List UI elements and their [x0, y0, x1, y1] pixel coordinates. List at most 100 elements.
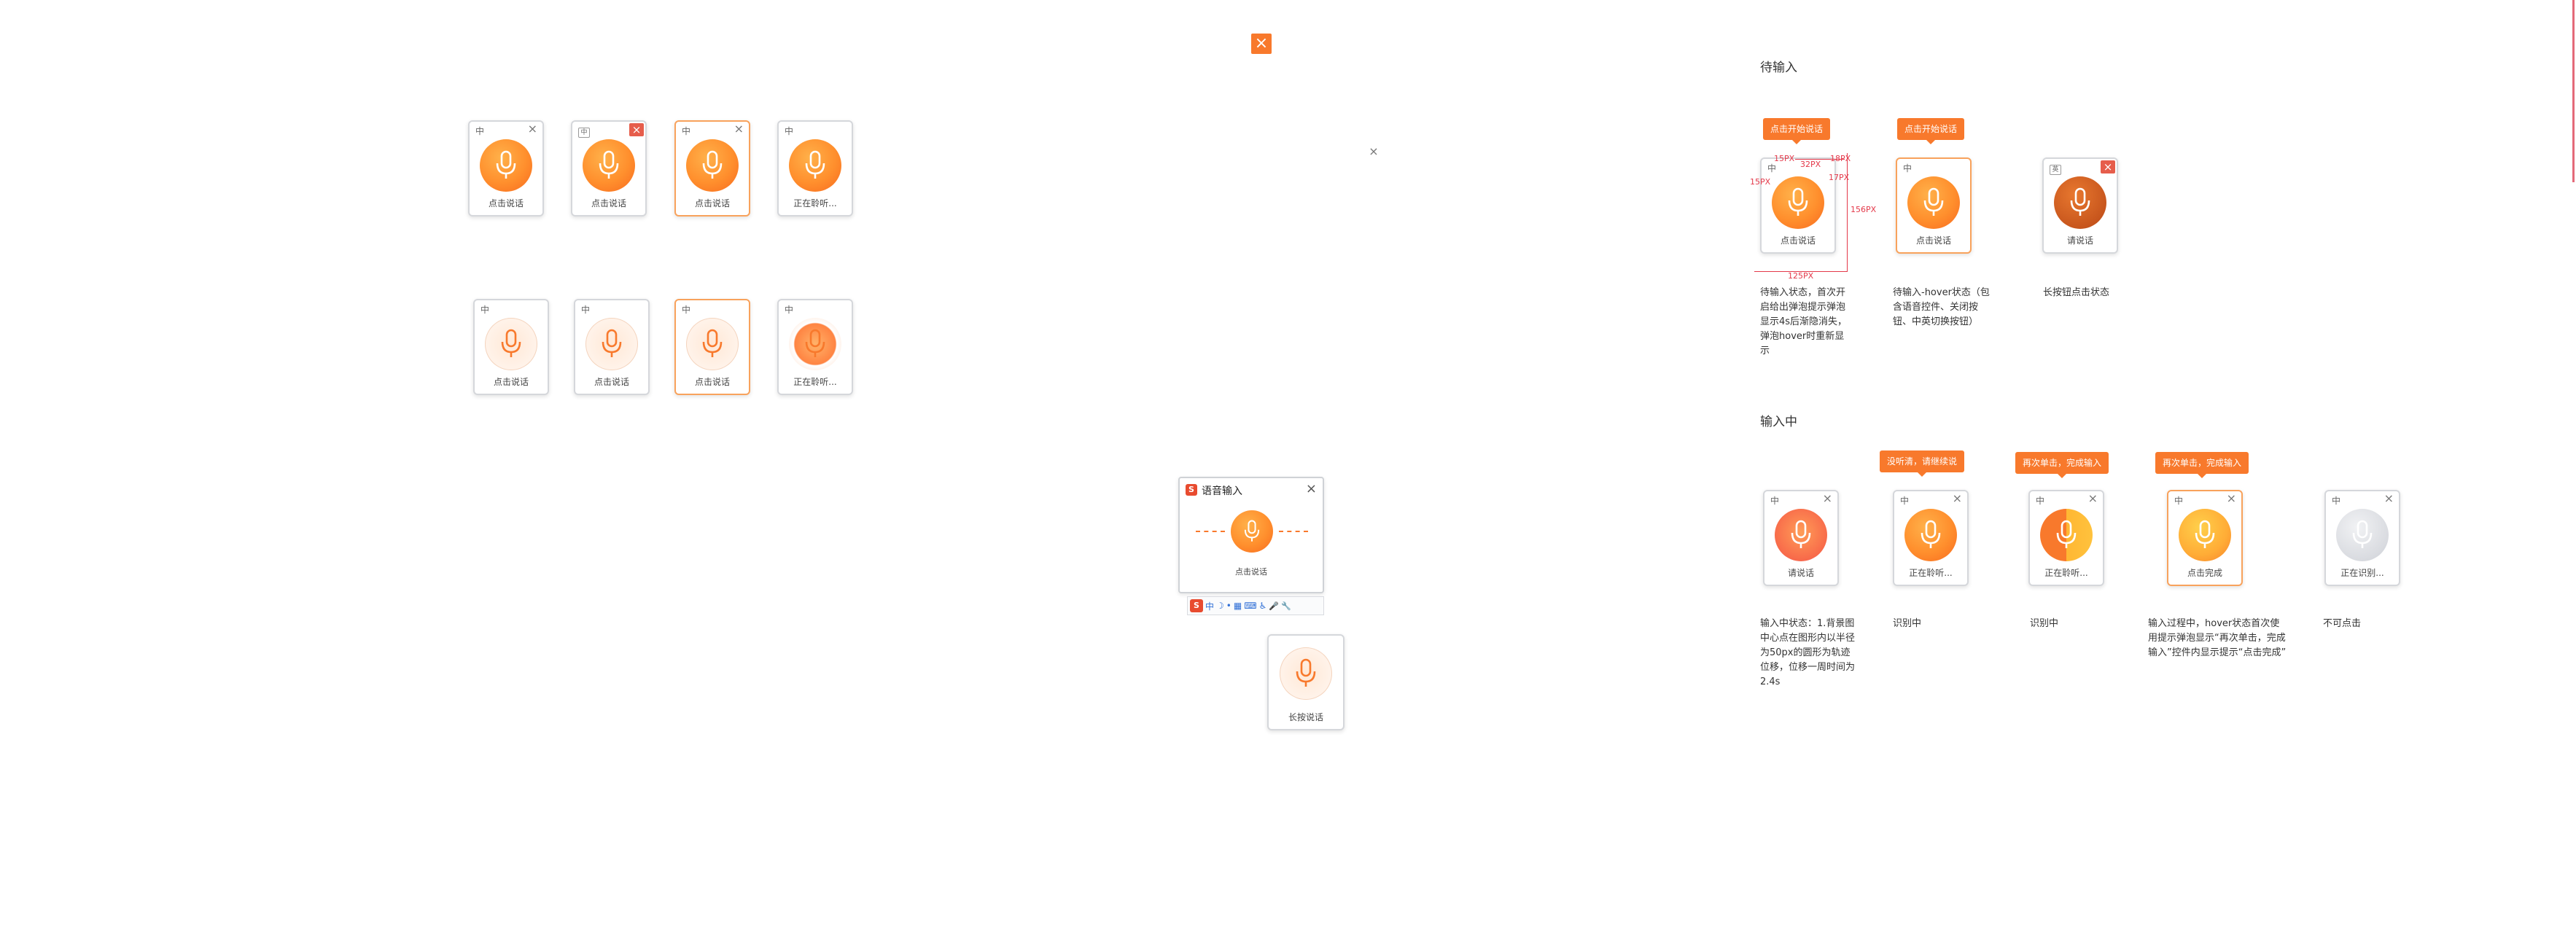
close-button[interactable]: ×	[2101, 160, 2115, 173]
left-card-row1-3[interactable]: 中 × 点击说话	[674, 120, 750, 217]
language-toggle-button[interactable]: 中	[785, 303, 793, 316]
left-card-row2-3[interactable]: 中点击说话	[674, 299, 750, 395]
sogou-icon[interactable]: S	[1190, 599, 1203, 612]
card-label: 点击说话	[591, 198, 626, 208]
left-card-row1-2[interactable]: 中 × 点击说话	[571, 120, 647, 217]
inputting-card-4[interactable]: 中 × 点击完成	[2167, 490, 2243, 586]
waiting-card-1[interactable]: 中点击说话	[1760, 157, 1836, 254]
voice-window-close-button[interactable]: ×	[1306, 481, 1317, 496]
microphone-icon	[2195, 520, 2215, 550]
language-toggle-button[interactable]: 中	[2036, 494, 2044, 507]
card-label: 正在聆听...	[1909, 568, 1953, 578]
card-label: 点击说话	[694, 377, 730, 387]
left-card-row2-1[interactable]: 中点击说话	[473, 299, 549, 395]
mic-button[interactable]	[686, 139, 739, 192]
accessibility-icon[interactable]: ♿	[1259, 601, 1267, 611]
microphone-icon	[1921, 520, 1941, 550]
card-label: 点击说话	[1780, 235, 1816, 246]
waiting-card-3[interactable]: 英 × 请说话	[2042, 157, 2118, 254]
softkeyboard-icon[interactable]: ⌨	[1244, 601, 1256, 611]
mic-button[interactable]	[585, 318, 638, 370]
mic-button[interactable]	[1775, 509, 1827, 561]
waiting-card-2[interactable]: 中点击说话	[1896, 157, 1972, 254]
language-toggle-button[interactable]: 中	[475, 125, 484, 137]
section-title-inputting: 输入中	[1760, 415, 1797, 429]
tooltip-start-speaking: 点击开始说话	[1763, 118, 1831, 144]
close-button[interactable]: ×	[1823, 493, 1832, 504]
language-toggle-button[interactable]: 中	[480, 303, 489, 316]
card-label: 点击说话	[694, 198, 730, 208]
left-card-row1-1[interactable]: 中 × 点击说话	[468, 120, 544, 217]
inputting-desc-1: 输入中状态：1.背景图中心点在图形内以半径为50px的圆形为轨迹位移，位移一周时…	[1760, 618, 1856, 687]
left-card-row2-4[interactable]: 中正在聆听...	[777, 299, 853, 395]
microphone-icon	[1923, 187, 1944, 217]
language-toggle-button[interactable]: 中	[682, 125, 690, 137]
language-toggle-button[interactable]: 中	[2174, 494, 2183, 507]
language-toggle-button[interactable]: 中	[1900, 494, 1909, 507]
mic-button[interactable]	[1907, 176, 1960, 229]
mic-button[interactable]	[2179, 509, 2231, 561]
voice-input-window: S 语音输入 × 点击说话	[1178, 477, 1324, 593]
close-button[interactable]: ×	[2088, 493, 2098, 504]
microphone-icon	[1791, 520, 1811, 550]
language-toggle-button[interactable]: 中	[2332, 494, 2340, 507]
language-toggle-button[interactable]: 中	[1767, 162, 1776, 174]
waiting-desc-2: 待输入-hover状态（包含语音控件、关闭按钮、中英切换按钮）	[1893, 287, 1990, 327]
card-label: 正在识别...	[2340, 568, 2384, 578]
microphone-icon[interactable]: 🎤	[1269, 601, 1279, 611]
language-toggle-button[interactable]: 中	[581, 303, 590, 316]
mic-button[interactable]	[2336, 509, 2389, 561]
moon-icon[interactable]: ☽	[1216, 601, 1224, 611]
inputting-desc-4: 输入过程中，hover状态首次使用提示弹泡显示“再次单击，完成输入”控件内显示提…	[2148, 618, 2287, 658]
language-toggle-button[interactable]: 英	[2050, 165, 2061, 175]
long-press-card[interactable]: 长按说话	[1267, 634, 1345, 730]
card-label: 点击说话	[488, 198, 524, 208]
mic-button[interactable]	[1280, 647, 1332, 700]
dim-15px-top: 15PX	[1774, 154, 1795, 163]
mic-button[interactable]	[2040, 509, 2093, 561]
close-button[interactable]: ×	[2384, 493, 2394, 504]
inputting-card-2[interactable]: 中 × 正在聆听...	[1893, 490, 1969, 586]
inputting-desc-3: 识别中	[2030, 618, 2059, 629]
dim-line	[1847, 153, 1848, 271]
language-toggle-button[interactable]: 中	[578, 128, 590, 138]
close-button[interactable]: ×	[528, 123, 537, 135]
language-toggle-button[interactable]: 中	[682, 303, 690, 316]
microphone-icon	[1788, 187, 1808, 217]
mic-button[interactable]	[789, 139, 841, 192]
language-toggle-button[interactable]: 中	[1903, 162, 1912, 174]
close-button[interactable]: ×	[1953, 493, 1962, 504]
mic-button[interactable]	[485, 318, 537, 370]
mic-button[interactable]	[2054, 176, 2106, 229]
inputting-card-3[interactable]: 中 × 正在聆听...	[2028, 490, 2104, 586]
inputting-card-1[interactable]: 中 × 请说话	[1763, 490, 1839, 586]
mic-button[interactable]	[1772, 176, 1824, 229]
chinese-mode-icon[interactable]: 中	[1205, 600, 1214, 612]
microphone-icon	[702, 329, 723, 359]
mic-button[interactable]	[686, 318, 739, 370]
close-button[interactable]: ×	[734, 123, 744, 135]
punctuation-icon[interactable]: •	[1226, 601, 1231, 611]
close-button[interactable]: ×	[629, 123, 644, 136]
mic-button[interactable]	[583, 139, 635, 192]
close-plain-button[interactable]: ×	[1368, 146, 1380, 157]
language-toggle-button[interactable]: 中	[785, 125, 793, 137]
mic-button[interactable]	[789, 318, 841, 370]
wrench-icon[interactable]: 🔧	[1281, 601, 1291, 611]
card-label: 点击说话	[1915, 235, 1951, 246]
tooltip-click-again: 再次单击，完成输入	[2015, 452, 2109, 478]
close-button[interactable]: ×	[2227, 493, 2236, 504]
card-label: 请说话	[1787, 568, 1814, 578]
language-toggle-button[interactable]: 中	[1770, 494, 1779, 507]
keyboard-icon[interactable]: ▦	[1234, 601, 1242, 611]
microphone-icon	[1244, 520, 1260, 542]
mic-button[interactable]	[480, 139, 532, 192]
left-card-row1-4[interactable]: 中正在聆听...	[777, 120, 853, 217]
left-card-row2-2[interactable]: 中点击说话	[574, 299, 650, 395]
sogou-logo: S	[1186, 484, 1197, 496]
close-red-button[interactable]: ×	[1251, 34, 1272, 54]
inputting-card-5[interactable]: 中 × 正在识别...	[2324, 490, 2400, 586]
dim-18px: 18PX	[1830, 154, 1851, 163]
voice-window-mic-button[interactable]	[1231, 510, 1273, 553]
mic-button[interactable]	[1904, 509, 1957, 561]
